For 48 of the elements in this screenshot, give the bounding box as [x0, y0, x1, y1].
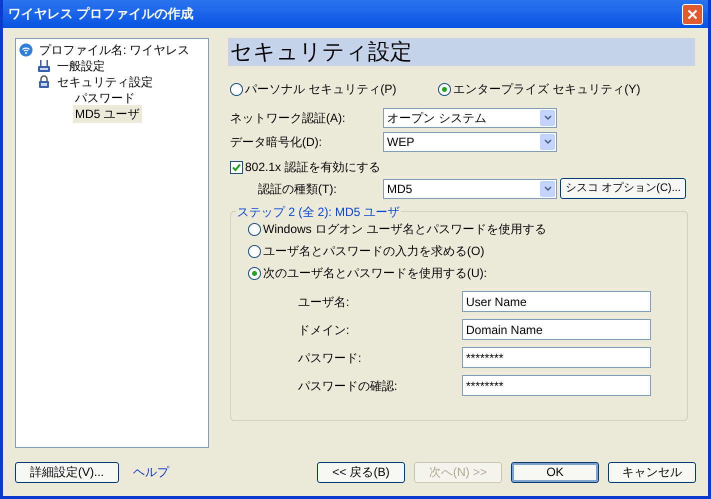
window-title: ワイヤレス プロファイルの作成: [8, 5, 194, 24]
radio-button[interactable]: [438, 82, 451, 96]
tree-item[interactable]: MD5 ユーザ: [73, 105, 142, 123]
dropdown[interactable]: WEP: [383, 132, 557, 152]
dropdown[interactable]: オープン システム: [383, 108, 557, 128]
input-field[interactable]: Domain Name: [462, 319, 651, 340]
input-field[interactable]: User Name: [462, 291, 651, 312]
tree-item[interactable]: セキュリティ設定: [55, 73, 155, 91]
field-label: ユーザ名:: [298, 294, 350, 310]
field-label: パスワードの確認:: [298, 378, 398, 394]
wireless-icon: [19, 43, 33, 57]
field-label: データ暗号化(D):: [230, 134, 323, 151]
checkbox[interactable]: [230, 160, 243, 174]
lock-icon: [37, 75, 51, 89]
cisco-options-button[interactable]: シスコ オプション(C)...: [560, 178, 686, 199]
radio-label: ユーザ名とパスワードの入力を求める(O): [263, 243, 484, 260]
tree-item[interactable]: 一般設定: [55, 57, 107, 75]
dropdown[interactable]: MD5: [383, 178, 557, 198]
radio-button[interactable]: [248, 266, 261, 280]
close-icon: [687, 8, 698, 20]
radio-button[interactable]: [248, 222, 261, 236]
dialog-button[interactable]: OK: [511, 462, 599, 482]
chevron-down-icon: [540, 110, 555, 126]
tree-item[interactable]: プロファイル名: ワイヤレス: [37, 41, 192, 59]
radio-label: パーソナル セキュリティ(P): [245, 81, 396, 98]
input-field[interactable]: ********: [462, 347, 651, 368]
close-button[interactable]: [682, 4, 703, 24]
router-icon: [37, 59, 51, 73]
radio-label: エンタープライズ セキュリティ(Y): [453, 81, 640, 98]
checkbox-label: 802.1x 認証を有効にする: [245, 159, 380, 176]
dialog-button[interactable]: << 戻る(B): [317, 462, 405, 482]
chevron-down-icon: [540, 134, 555, 150]
help-link[interactable]: ヘルプ: [133, 463, 169, 481]
chevron-down-icon: [540, 180, 555, 196]
field-label: ネットワーク認証(A):: [230, 110, 346, 127]
advanced-button[interactable]: 詳細設定(V)...: [15, 462, 119, 482]
dialog-button[interactable]: キャンセル: [608, 462, 696, 482]
field-label: ドメイン:: [298, 322, 350, 338]
tree-item[interactable]: パスワード: [73, 89, 137, 107]
radio-label: Windows ログオン ユーザ名とパスワードを使用する: [263, 221, 546, 238]
group-title: ステップ 2 (全 2): MD5 ユーザ: [236, 203, 401, 221]
section-header: セキュリティ設定: [228, 38, 695, 66]
field-label: 認証の種類(T):: [257, 180, 338, 198]
radio-button[interactable]: [230, 82, 243, 96]
radio-label: 次のユーザ名とパスワードを使用する(U):: [263, 265, 487, 282]
field-label: パスワード:: [298, 350, 362, 366]
input-field[interactable]: ********: [462, 375, 651, 396]
radio-button[interactable]: [248, 244, 261, 258]
